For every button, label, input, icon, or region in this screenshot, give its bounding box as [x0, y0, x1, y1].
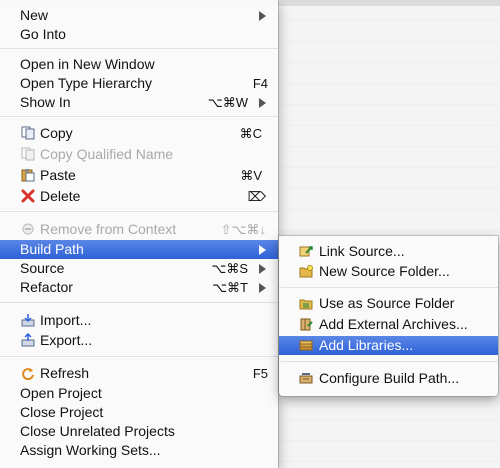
submenu-item-link-source[interactable]: Link Source... — [279, 242, 498, 261]
delete-icon — [21, 189, 35, 203]
menu-item-label: Delete — [40, 188, 81, 204]
refresh-icon — [21, 366, 35, 380]
menu-separator — [0, 116, 278, 117]
menu-item-refactor[interactable]: Refactor ⌥⌘T — [0, 278, 278, 297]
menu-item-label: Source — [20, 260, 65, 276]
menu-item-shortcut: F5 — [252, 366, 268, 381]
menu-item-show-in[interactable]: Show In ⌥⌘W — [0, 93, 278, 112]
menu-item-assign-working-sets[interactable]: Assign Working Sets... — [0, 441, 278, 460]
menu-separator — [279, 287, 498, 288]
menu-item-label: New — [20, 7, 49, 23]
menu-item-new[interactable]: New — [0, 6, 278, 25]
menu-item-label: Copy Qualified Name — [40, 146, 174, 162]
submenu-item-add-external-archives[interactable]: Add External Archives... — [279, 315, 498, 334]
menu-item-delete[interactable]: Delete ⌦ — [0, 187, 278, 206]
menu-item-shortcut: ⌦ — [247, 189, 266, 204]
menu-item-import[interactable]: Import... — [0, 311, 278, 330]
submenu-item-use-as-source-folder[interactable]: Use as Source Folder — [279, 294, 498, 313]
menu-item-shortcut: ⌘V — [240, 168, 262, 183]
build-path-submenu: Link Source... New Source Folder... Use … — [279, 236, 498, 396]
menu-separator — [279, 361, 498, 362]
menu-item-shortcut: ⌘C — [239, 126, 262, 141]
menu-item-source[interactable]: Source ⌥⌘S — [0, 259, 278, 278]
use-source-folder-icon — [299, 296, 313, 310]
menu-item-label: Configure Build Path... — [319, 370, 460, 386]
submenu-arrow-icon — [259, 98, 266, 108]
menu-item-copy[interactable]: Copy ⌘C — [0, 124, 278, 143]
add-libraries-icon — [299, 338, 313, 352]
menu-item-export[interactable]: Export... — [0, 331, 278, 350]
menu-item-label: Paste — [40, 167, 76, 183]
menu-item-label: Assign Working Sets... — [20, 442, 161, 458]
menu-item-label: Refactor — [20, 279, 73, 295]
menu-item-go-into[interactable]: Go Into — [0, 25, 278, 44]
menu-item-label: Add Libraries... — [319, 337, 414, 353]
menu-item-open-in-new-window[interactable]: Open in New Window — [0, 55, 278, 74]
menu-item-label: Copy — [40, 125, 73, 141]
menu-item-shortcut: ⌥⌘W — [207, 95, 248, 110]
menu-separator — [0, 48, 278, 49]
menu-item-label: Build Path — [20, 241, 84, 257]
menu-item-open-project[interactable]: Open Project — [0, 384, 278, 403]
menu-item-shortcut: F4 — [252, 76, 268, 91]
submenu-arrow-icon — [259, 283, 266, 293]
context-menu: New Go Into Open in New Window Open Type… — [0, 0, 278, 468]
menu-item-label: Open Type Hierarchy — [20, 75, 153, 91]
menu-item-label: Show In — [20, 94, 71, 110]
submenu-item-new-source-folder[interactable]: New Source Folder... — [279, 262, 498, 281]
submenu-arrow-icon — [259, 245, 266, 255]
remove-context-icon — [21, 222, 35, 236]
import-icon — [21, 313, 35, 327]
menu-separator — [0, 356, 278, 357]
configure-build-path-icon — [299, 371, 313, 385]
submenu-arrow-icon — [259, 11, 266, 21]
menu-item-label: Add External Archives... — [319, 316, 468, 332]
menu-item-open-type-hierarchy[interactable]: Open Type Hierarchy F4 — [0, 74, 278, 93]
menu-item-label: Open Project — [20, 385, 102, 401]
menu-item-refresh[interactable]: Refresh F5 — [0, 364, 278, 383]
menu-item-paste[interactable]: Paste ⌘V — [0, 166, 278, 185]
copy-qualified-icon — [21, 147, 35, 161]
menu-item-close-unrelated-projects[interactable]: Close Unrelated Projects — [0, 422, 278, 441]
menu-separator — [0, 211, 278, 212]
menu-separator — [0, 302, 278, 303]
menu-item-label: Open in New Window — [20, 56, 155, 72]
menu-item-label: Remove from Context — [40, 221, 177, 237]
submenu-item-configure-build-path[interactable]: Configure Build Path... — [279, 369, 498, 388]
link-source-icon — [299, 244, 313, 258]
menu-item-build-path[interactable]: Build Path — [0, 240, 278, 259]
menu-item-shortcut: ⇧⌥⌘↓ — [220, 222, 266, 237]
add-external-archives-icon — [299, 317, 313, 331]
menu-item-label: New Source Folder... — [319, 263, 450, 279]
menu-item-label: Refresh — [40, 365, 90, 381]
menu-item-shortcut: ⌥⌘S — [211, 261, 248, 276]
export-icon — [21, 333, 35, 347]
new-source-folder-icon — [299, 264, 313, 278]
menu-item-close-project[interactable]: Close Project — [0, 403, 278, 422]
menu-item-label: Export... — [40, 332, 93, 348]
menu-item-label: Use as Source Folder — [319, 295, 455, 311]
menu-item-label: Link Source... — [319, 243, 405, 259]
menu-item-copy-qualified-name[interactable]: Copy Qualified Name — [0, 145, 278, 164]
menu-item-shortcut: ⌥⌘T — [212, 280, 248, 295]
copy-icon — [21, 126, 35, 140]
submenu-arrow-icon — [259, 264, 266, 274]
menu-item-label: Import... — [40, 312, 92, 328]
menu-item-label: Go Into — [20, 26, 66, 42]
menu-item-label: Close Unrelated Projects — [20, 423, 175, 439]
menu-item-label: Close Project — [20, 404, 104, 420]
menu-item-remove-from-context[interactable]: Remove from Context ⇧⌥⌘↓ — [0, 220, 278, 239]
submenu-item-add-libraries[interactable]: Add Libraries... — [279, 336, 498, 355]
paste-icon — [21, 168, 35, 182]
